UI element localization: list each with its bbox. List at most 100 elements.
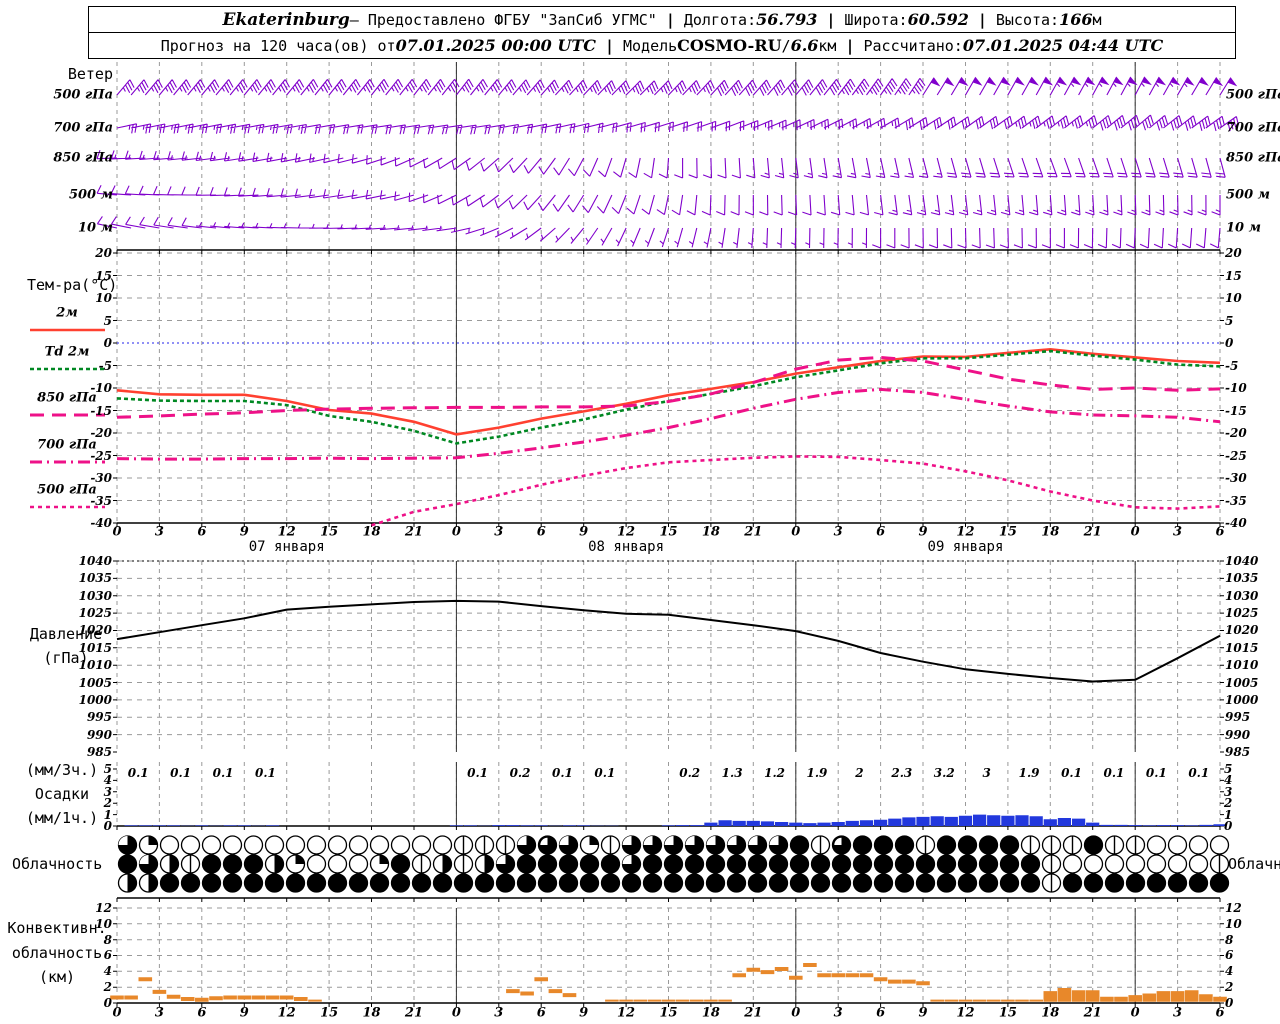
cloud-symbol	[789, 854, 810, 874]
header-r1-part-8: |	[977, 10, 987, 29]
conv-tick-right: 8	[1225, 932, 1234, 947]
hour-label-bottom: 0	[1130, 1005, 1140, 1021]
precip-sum-label: 3.2	[933, 766, 955, 780]
wind-level-label-left: 500 гПа	[53, 87, 113, 103]
precip-unit-1h: (мм/1ч.)	[25, 809, 99, 827]
pressure-tick-right: 1025	[1225, 606, 1259, 621]
hour-label-bottom: 12	[277, 1005, 296, 1021]
hour-label-top: 21	[1083, 524, 1102, 540]
cloud-symbol	[873, 873, 894, 893]
cloud-symbol-half	[442, 855, 452, 873]
cloud-symbol	[894, 835, 915, 855]
cloud-symbol	[1188, 854, 1209, 874]
temp-tick-right: 0	[1225, 336, 1234, 350]
cloud-symbol	[432, 835, 453, 855]
cloud-symbol-notch	[727, 836, 737, 845]
cloud-symbol	[726, 873, 747, 893]
cloud-symbol	[1062, 854, 1083, 874]
cloud-symbol-quarter	[589, 836, 599, 845]
wind-level-label-right: 500 гПа	[1226, 87, 1280, 103]
cloud-symbol	[558, 854, 579, 874]
precip-sum-label: 1.3	[721, 766, 743, 780]
date-label: 07 января	[248, 539, 325, 555]
precip-sum-label: 0.1	[594, 766, 616, 780]
pressure-tick-right: 1000	[1225, 692, 1259, 707]
cloud-symbol	[831, 854, 852, 874]
wind-level-label-left: 500 м	[68, 187, 113, 203]
precip-panel-title: Осадки	[34, 785, 90, 803]
hour-label-bottom: 6	[197, 1005, 207, 1021]
cloud-symbol	[201, 873, 222, 893]
hour-label-bottom: 3	[833, 1005, 843, 1021]
hour-label-top: 18	[701, 524, 720, 540]
cloud-symbol	[369, 873, 390, 893]
header-row-1: Ekaterinburg — Предоставлено ФГБУ "ЗапСи…	[89, 7, 1235, 32]
cloud-symbol	[810, 854, 831, 874]
temp-tick-left: -25	[90, 448, 112, 463]
precip-sum-label: 2.3	[891, 766, 913, 780]
cloud-symbol	[957, 873, 978, 893]
cloud-symbol	[1167, 873, 1188, 893]
precip-sum-label: 0.2	[509, 766, 531, 780]
precip-sum-label: 0.1	[551, 766, 573, 780]
conv-tick-right: 12	[1225, 900, 1242, 915]
wind-barbs-4	[96, 184, 1221, 216]
precip-sum-label: 0.1	[1188, 766, 1210, 780]
wind-level-label-right: 10 м	[1226, 220, 1261, 236]
precip-tick-left: 5	[103, 762, 112, 776]
hour-label-top: 12	[956, 524, 975, 540]
cloud-symbol	[852, 854, 873, 874]
hour-label-top: 15	[998, 524, 1017, 540]
hour-label-bottom: 0	[451, 1005, 461, 1021]
hour-label-bottom: 15	[998, 1005, 1017, 1021]
pressure-tick-left: 1010	[78, 658, 112, 673]
cloud-symbol	[957, 835, 978, 855]
cloud-symbol	[789, 873, 810, 893]
header-r2-part-2: |	[604, 36, 614, 55]
legend-label-1: Td 2м	[44, 344, 90, 360]
conv-panel-title-1: Конвективн.	[7, 919, 107, 937]
pressure-tick-right: 1005	[1225, 675, 1259, 690]
cloud-symbol	[642, 873, 663, 893]
conv-tick-right: 4	[1225, 964, 1234, 979]
header-r2-part-8: |	[845, 36, 855, 55]
precip-sum-label: 0.1	[212, 766, 234, 780]
pressure-tick-left: 1030	[78, 588, 112, 603]
cloud-symbol	[306, 835, 327, 855]
conv-tick-left: 10	[95, 916, 112, 931]
cloud-symbol	[852, 835, 873, 855]
precip-sum-label: 0.2	[679, 766, 701, 780]
cloud-symbol	[264, 873, 285, 893]
cloud-symbol	[579, 873, 600, 893]
temp-tick-left: 5	[103, 313, 112, 328]
cloud-symbol	[1188, 873, 1209, 893]
hour-label-top: 15	[320, 524, 339, 540]
cloud-symbol	[705, 873, 726, 893]
cloud-symbol	[663, 873, 684, 893]
precip-unit-3h: (мм/3ч.)	[25, 761, 99, 779]
temp-tick-left: 10	[95, 291, 112, 305]
cloud-symbol	[1020, 873, 1041, 893]
cloud-symbol	[159, 835, 180, 855]
conv-tick-left: 6	[103, 948, 112, 963]
header-r1-part-4: 56.793	[756, 10, 818, 29]
header-r2-part-7: км	[818, 36, 837, 55]
temp-tick-left: -40	[90, 516, 112, 530]
temp-tick-right: -20	[1225, 426, 1247, 440]
cloud-symbol	[1146, 873, 1167, 893]
precip-sum-label: 2	[855, 766, 864, 780]
clouds-panel-title: Облачность	[12, 855, 103, 873]
temp-tick-right: -40	[1225, 516, 1247, 530]
hour-label-bottom: 9	[239, 1005, 249, 1021]
temp-tick-right: -25	[1225, 448, 1247, 463]
cloud-symbol	[411, 873, 432, 893]
header-r2-part-9: Рассчитано:	[863, 36, 963, 55]
cloud-symbol	[390, 835, 411, 855]
wind-barbs-3	[96, 150, 1226, 179]
pressure-tick-left: 995	[86, 710, 112, 725]
cloud-symbol	[306, 873, 327, 893]
header-r2-part-1: 07.01.2025 00:00 UTC	[395, 36, 596, 55]
cloud-symbol	[432, 873, 453, 893]
header-r2-part-0: Прогноз на 120 часа(ов) от	[160, 36, 396, 55]
cloud-symbol	[180, 873, 201, 893]
